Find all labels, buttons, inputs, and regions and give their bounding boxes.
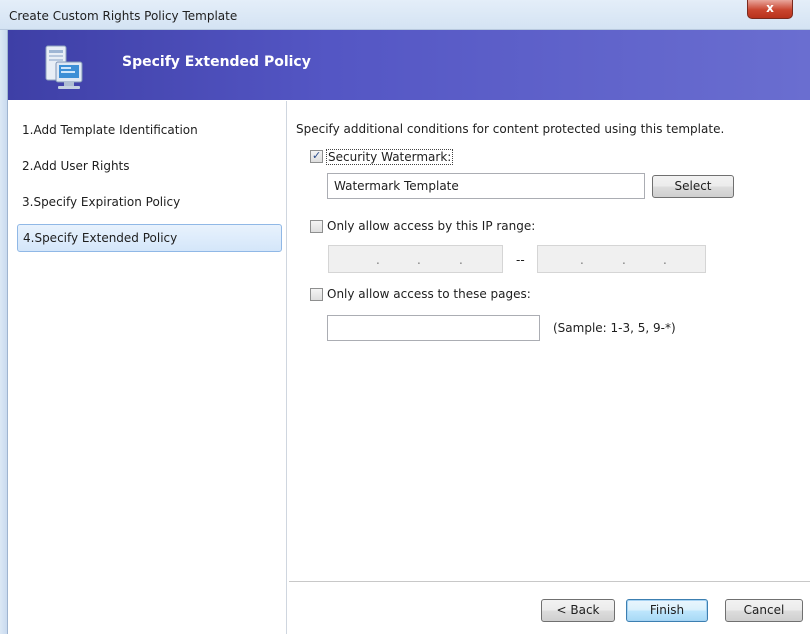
window-frame-left	[0, 30, 8, 634]
ip-range-separator: --	[516, 253, 525, 267]
security-watermark-checkbox[interactable]	[310, 149, 323, 163]
close-button[interactable]: x	[747, 0, 793, 19]
pages-checkbox[interactable]	[310, 288, 323, 301]
title-bar: Create Custom Rights Policy Template x	[0, 0, 810, 30]
close-icon: x	[766, 1, 774, 15]
step-specify-extended-policy[interactable]: 4.Specify Extended Policy	[17, 224, 282, 252]
wizard-steps-nav: 1.Add Template Identification 2.Add User…	[9, 101, 287, 634]
back-button-label: < Back	[556, 603, 600, 617]
step-add-user-rights[interactable]: 2.Add User Rights	[22, 159, 130, 173]
window-title: Create Custom Rights Policy Template	[9, 9, 238, 23]
step-add-template-identification[interactable]: 1.Add Template Identification	[22, 123, 198, 137]
finish-button[interactable]: Finish	[626, 599, 708, 622]
pages-label[interactable]: Only allow access to these pages:	[327, 287, 531, 301]
security-watermark-label[interactable]: Security Watermark:	[326, 149, 454, 165]
ip-range-checkbox[interactable]	[310, 220, 323, 233]
footer-separator	[289, 581, 810, 582]
ip-range-end-field[interactable]: . . .	[537, 245, 706, 273]
finish-button-label: Finish	[649, 603, 685, 617]
ip-range-start-field[interactable]: . . .	[328, 245, 503, 273]
watermark-template-field[interactable]: Watermark Template	[327, 173, 645, 199]
header-banner: Specify Extended Policy	[8, 30, 810, 100]
step-specify-expiration-policy[interactable]: 3.Specify Expiration Policy	[22, 195, 180, 209]
select-button-label: Select	[674, 179, 712, 193]
cancel-button[interactable]: Cancel	[725, 599, 803, 622]
pages-sample-hint: (Sample: 1-3, 5, 9-*)	[553, 321, 676, 335]
ip-range-label[interactable]: Only allow access by this IP range:	[327, 219, 535, 233]
select-watermark-button[interactable]: Select	[652, 175, 734, 198]
intro-text: Specify additional conditions for conten…	[296, 122, 725, 136]
pages-field[interactable]	[327, 315, 540, 341]
computer-icon	[45, 45, 83, 89]
back-button[interactable]: < Back	[541, 599, 615, 622]
banner-title: Specify Extended Policy	[122, 54, 311, 70]
cancel-button-label: Cancel	[743, 603, 785, 617]
